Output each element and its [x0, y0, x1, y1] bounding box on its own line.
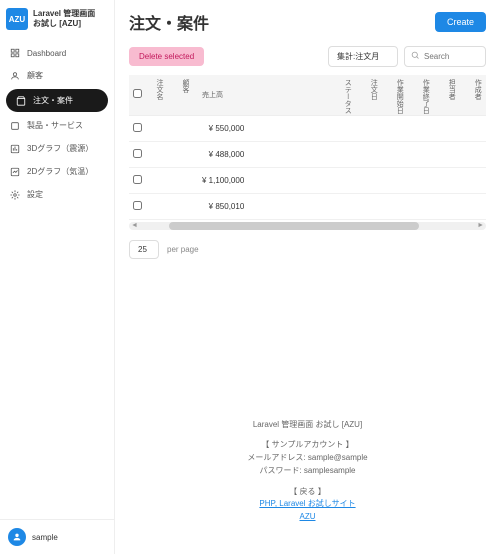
delete-selected-button[interactable]: Delete selected: [129, 47, 204, 66]
sidebar-item-products[interactable]: 製品・サービス: [0, 114, 114, 137]
dashboard-icon: [10, 48, 20, 58]
search-input[interactable]: [424, 52, 479, 61]
avatar: [8, 528, 26, 546]
sidebar-item-dashboard[interactable]: Dashboard: [0, 42, 114, 64]
footer-link-2[interactable]: AZU: [300, 512, 316, 521]
nav: Dashboard 顧客注文・案件製品・サービス 3Dグラフ（震源） 2Dグラフ（気温…: [0, 38, 114, 519]
main: 注文・案件 Create Delete selected 集計:注文月 注文名顧…: [115, 0, 500, 554]
footer-link-1[interactable]: PHP, Laravel お試しサイト: [259, 499, 355, 508]
row-checkbox[interactable]: [133, 175, 142, 184]
sidebar: AZU Laravel 管理画面 お試し [AZU] Dashboard 顧客注文…: [0, 0, 115, 554]
footer-password: パスワード: samplesample: [129, 465, 486, 478]
sidebar-item-label: 注文・案件: [33, 95, 73, 106]
search-box[interactable]: [404, 46, 486, 67]
logo-icon: AZU: [6, 8, 28, 30]
table-row[interactable]: ¥ 1,100,0002024/106: [129, 167, 486, 193]
search-icon: [411, 51, 420, 63]
table-row[interactable]: ¥ 550,0002024/083: [129, 115, 486, 141]
table-header[interactable]: ステータス: [334, 75, 360, 115]
create-button[interactable]: Create: [435, 12, 486, 32]
table-row[interactable]: ¥ 850,0102024/112: [129, 193, 486, 219]
sidebar-item-label: 2Dグラフ（気温）: [27, 166, 93, 177]
settings-icon: [10, 190, 20, 200]
row-checkbox[interactable]: [133, 123, 142, 132]
footer-title: Laravel 管理画面 お試し [AZU]: [129, 419, 486, 432]
table-header[interactable]: 売上高: [198, 75, 334, 115]
sidebar-item-label: 設定: [27, 189, 43, 200]
sidebar-item-label: Dashboard: [27, 49, 66, 58]
table-header[interactable]: 注文名: [146, 75, 172, 115]
pagination: 25 per page: [129, 240, 486, 259]
table-wrap: 注文名顧客売上高ステータス注文日作業開始日作業終了日担当者作成者（集計用）注文月…: [129, 75, 486, 230]
header: 注文・案件 Create: [129, 10, 486, 34]
page-title: 注文・案件: [129, 10, 209, 34]
sidebar-item-label: 製品・サービス: [27, 120, 83, 131]
table-header[interactable]: 顧客: [172, 75, 198, 115]
filter-select[interactable]: 集計:注文月: [328, 46, 398, 67]
table-header[interactable]: 担当者: [438, 75, 464, 115]
row-checkbox[interactable]: [133, 201, 142, 210]
table-header[interactable]: 作成者: [464, 75, 486, 115]
user-area[interactable]: sample: [0, 519, 114, 554]
amount-cell: ¥ 1,100,000: [198, 167, 334, 193]
toolbar: Delete selected 集計:注文月: [129, 46, 486, 67]
sidebar-item-graph2d[interactable]: 2Dグラフ（気温）: [0, 160, 114, 183]
table-header: [129, 75, 146, 115]
table-row[interactable]: ¥ 488,0002024/094: [129, 141, 486, 167]
products-icon: [10, 121, 20, 131]
footer: Laravel 管理画面 お試し [AZU] 【 サンプルアカウント 】 メール…: [129, 399, 486, 545]
footer-account-label: 【 サンプルアカウント 】: [129, 439, 486, 452]
scrollbar-thumb[interactable]: [169, 222, 419, 230]
sidebar-item-label: 3Dグラフ（震源）: [27, 143, 93, 154]
row-checkbox[interactable]: [133, 149, 142, 158]
table-header[interactable]: 作業開始日: [386, 75, 412, 115]
sidebar-item-users[interactable]: 顧客: [0, 64, 114, 87]
graph2d-icon: [10, 167, 20, 177]
user-name: sample: [32, 533, 58, 542]
orders-table: 注文名顧客売上高ステータス注文日作業開始日作業終了日担当者作成者（集計用）注文月…: [129, 75, 486, 220]
footer-back-label: 【 戻る 】: [129, 486, 486, 499]
logo-area: AZU Laravel 管理画面 お試し [AZU]: [0, 0, 114, 38]
sidebar-item-orders[interactable]: 注文・案件: [6, 89, 108, 112]
horizontal-scrollbar[interactable]: ◄ ►: [129, 222, 486, 230]
orders-icon: [16, 96, 26, 106]
page-size-label: per page: [167, 245, 199, 254]
sidebar-item-graph3d[interactable]: 3Dグラフ（震源）: [0, 137, 114, 160]
users-icon: [10, 71, 20, 81]
table-header[interactable]: 注文日: [360, 75, 386, 115]
sidebar-item-settings[interactable]: 設定: [0, 183, 114, 206]
graph3d-icon: [10, 144, 20, 154]
amount-cell: ¥ 488,000: [198, 141, 334, 167]
select-all-checkbox[interactable]: [133, 89, 142, 98]
table-header[interactable]: 作業終了日: [412, 75, 438, 115]
app-name: Laravel 管理画面 お試し [AZU]: [33, 9, 95, 28]
page-size-select[interactable]: 25: [129, 240, 159, 259]
sidebar-item-label: 顧客: [27, 70, 43, 81]
footer-email: メールアドレス: sample@sample: [129, 452, 486, 465]
amount-cell: ¥ 850,010: [198, 193, 334, 219]
amount-cell: ¥ 550,000: [198, 115, 334, 141]
